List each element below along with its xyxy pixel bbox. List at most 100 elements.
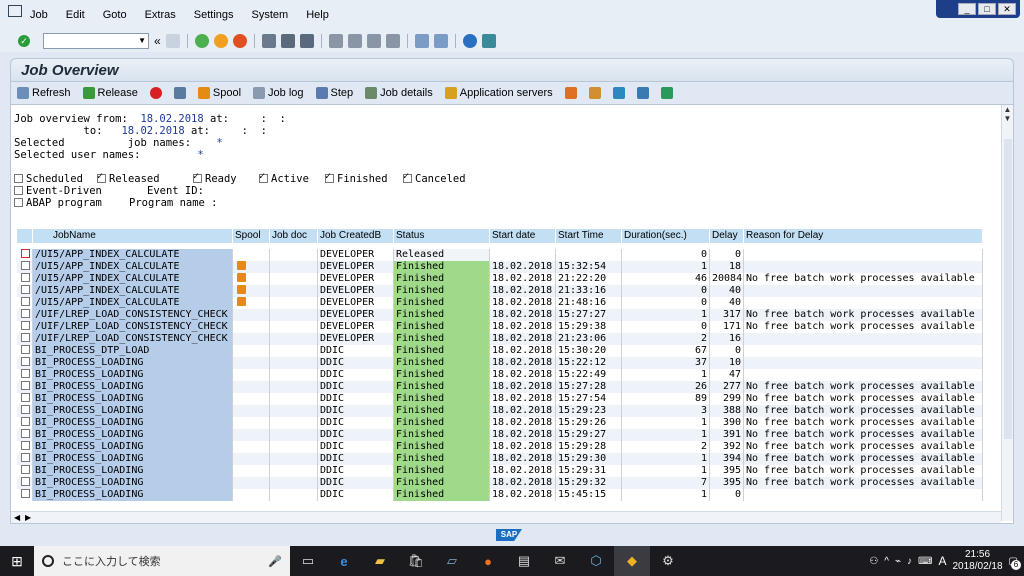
cell-spool[interactable] — [233, 273, 270, 285]
table-row[interactable]: BI_PROCESS_LOADING DDIC Finished 18.02.2018… — [17, 405, 983, 417]
row-select-checkbox[interactable] — [17, 369, 33, 381]
find-next-icon[interactable] — [299, 34, 314, 48]
sort-ascending-button[interactable] — [564, 87, 577, 99]
network-icon[interactable]: ⌁ — [895, 556, 901, 567]
table-row[interactable]: BI_PROCESS_LOADING DDIC Finished 18.02.2018… — [17, 477, 983, 489]
row-select-checkbox[interactable] — [17, 405, 33, 417]
status-released-checkbox[interactable]: Released — [97, 171, 160, 185]
table-row[interactable]: /UI5/APP_INDEX_CALCULATE DEVELOPER Finishe… — [17, 285, 983, 297]
cell-spool[interactable] — [233, 417, 270, 429]
table-row[interactable]: /UIF/LREP_LOAD_CONSISTENCY_CHECK DEVELOPE… — [17, 309, 983, 321]
col-duration[interactable]: Duration(sec.) — [622, 229, 710, 243]
row-select-checkbox[interactable] — [17, 273, 33, 285]
cell-spool[interactable] — [233, 489, 270, 501]
double-chevron-left-icon[interactable]: « — [154, 34, 161, 48]
row-select-checkbox[interactable] — [17, 453, 33, 465]
cell-spool[interactable] — [233, 369, 270, 381]
cancel-icon[interactable] — [232, 34, 247, 48]
print-icon[interactable] — [261, 34, 276, 48]
cell-spool[interactable] — [233, 297, 270, 309]
notification-center-icon[interactable]: ▢6 — [1009, 556, 1021, 570]
ime-indicator[interactable]: A — [938, 554, 946, 568]
table-row[interactable]: /UIF/LREP_LOAD_CONSISTENCY_CHECK DEVELOPE… — [17, 333, 983, 345]
table-row[interactable]: BI_PROCESS_LOADING DDIC Finished 18.02.2018… — [17, 417, 983, 429]
col-jobname[interactable]: JobName — [33, 229, 233, 243]
minimize-button[interactable]: _ — [958, 3, 976, 15]
table-row[interactable]: /UI5/APP_INDEX_CALCULATE DEVELOPER Release… — [17, 249, 983, 261]
virtualbox-icon[interactable]: ⬡ — [578, 546, 614, 576]
spool-button[interactable]: Spool — [197, 87, 241, 99]
row-select-checkbox[interactable] — [17, 441, 33, 453]
release-button[interactable]: Release — [82, 87, 138, 99]
col-delay[interactable]: Delay — [710, 229, 744, 243]
cell-jobname[interactable]: /UIF/LREP_LOAD_CONSISTENCY_CHECK — [33, 333, 233, 345]
cell-spool[interactable] — [233, 381, 270, 393]
command-field[interactable]: ▼ — [43, 33, 149, 49]
store-icon[interactable]: 🛍 — [398, 546, 434, 576]
first-page-icon[interactable] — [328, 34, 343, 48]
cell-jobname[interactable]: BI_PROCESS_LOADING — [33, 393, 233, 405]
cell-jobname[interactable]: BI_PROCESS_LOADING — [33, 429, 233, 441]
scroll-down-small-icon[interactable]: ▼ — [1002, 114, 1013, 123]
stop-button[interactable] — [149, 87, 162, 99]
table-row[interactable]: BI_PROCESS_LOADING DDIC Finished 18.02.2018… — [17, 441, 983, 453]
menu-help[interactable]: Help — [306, 9, 329, 21]
chevron-up-icon[interactable]: ^ — [884, 556, 889, 567]
cell-jobname[interactable]: /UI5/APP_INDEX_CALCULATE — [33, 285, 233, 297]
app-icon[interactable]: ▱ — [434, 546, 470, 576]
back-icon[interactable] — [194, 34, 209, 48]
cell-spool[interactable] — [233, 261, 270, 273]
row-select-checkbox[interactable] — [17, 477, 33, 489]
cell-jobname[interactable]: /UIF/LREP_LOAD_CONSISTENCY_CHECK — [33, 321, 233, 333]
col-reason[interactable]: Reason for Delay — [744, 229, 983, 243]
cell-spool[interactable] — [233, 345, 270, 357]
row-select-checkbox[interactable] — [17, 393, 33, 405]
cell-spool[interactable] — [233, 465, 270, 477]
layout-button[interactable] — [588, 87, 601, 99]
select-all-header[interactable] — [17, 229, 33, 243]
cell-jobname[interactable]: /UIF/LREP_LOAD_CONSISTENCY_CHECK — [33, 309, 233, 321]
table-row[interactable]: BI_PROCESS_LOADING DDIC Finished 18.02.2018… — [17, 453, 983, 465]
windows-start-icon[interactable]: ⊞ — [0, 546, 34, 576]
menu-edit[interactable]: Edit — [66, 9, 85, 21]
table-row[interactable]: BI_PROCESS_LOADING DDIC Finished 18.02.2018… — [17, 489, 983, 501]
table-row[interactable]: BI_PROCESS_LOADING DDIC Finished 18.02.2018… — [17, 465, 983, 477]
people-icon[interactable]: ⚇ — [869, 556, 878, 567]
delete-button[interactable] — [173, 87, 186, 99]
abap-program-checkbox[interactable]: ABAP program — [14, 197, 102, 209]
table-row[interactable]: BI_PROCESS_LOADING DDIC Finished 18.02.2018… — [17, 357, 983, 369]
table-row[interactable]: /UIF/LREP_LOAD_CONSISTENCY_CHECK DEVELOPE… — [17, 321, 983, 333]
cell-jobname[interactable]: /UI5/APP_INDEX_CALCULATE — [33, 273, 233, 285]
microphone-icon[interactable]: 🎤 — [268, 555, 282, 568]
new-session-icon[interactable] — [414, 34, 429, 48]
spool-icon[interactable] — [237, 285, 246, 294]
row-select-checkbox[interactable] — [17, 465, 33, 477]
cell-spool[interactable] — [233, 249, 270, 261]
status-finished-checkbox[interactable]: Finished — [325, 171, 388, 185]
cell-jobname[interactable]: BI_PROCESS_DTP_LOAD — [33, 345, 233, 357]
cell-jobname[interactable]: /UI5/APP_INDEX_CALCULATE — [33, 297, 233, 309]
cell-jobname[interactable]: /UI5/APP_INDEX_CALCULATE — [33, 261, 233, 273]
table-row[interactable]: BI_PROCESS_LOADING DDIC Finished 18.02.2018… — [17, 381, 983, 393]
sort-button[interactable] — [636, 87, 649, 99]
save-icon[interactable] — [165, 34, 180, 48]
spool-icon[interactable] — [237, 273, 246, 282]
cell-spool[interactable] — [233, 285, 270, 297]
row-select-checkbox[interactable] — [17, 357, 33, 369]
task-view-icon[interactable]: ▭ — [290, 546, 326, 576]
row-select-checkbox[interactable] — [17, 345, 33, 357]
taskbar-search[interactable]: ここに入力して検索 🎤 — [34, 546, 290, 576]
cell-jobname[interactable]: BI_PROCESS_LOADING — [33, 489, 233, 501]
col-start-date[interactable]: Start date — [490, 229, 556, 243]
cell-spool[interactable] — [233, 441, 270, 453]
clock[interactable]: 21:56 2018/02/18 — [952, 549, 1002, 573]
table-row[interactable]: BI_PROCESS_LOADING DDIC Finished 18.02.2018… — [17, 369, 983, 381]
cell-spool[interactable] — [233, 321, 270, 333]
total-button[interactable] — [660, 87, 673, 99]
menu-icon[interactable] — [8, 5, 22, 17]
row-select-checkbox[interactable] — [17, 489, 33, 501]
edge-icon[interactable]: e — [326, 546, 362, 576]
scroll-left-icon[interactable]: ◀ — [14, 513, 20, 522]
settings-icon[interactable]: ⚙ — [650, 546, 686, 576]
menu-system[interactable]: System — [252, 9, 289, 21]
